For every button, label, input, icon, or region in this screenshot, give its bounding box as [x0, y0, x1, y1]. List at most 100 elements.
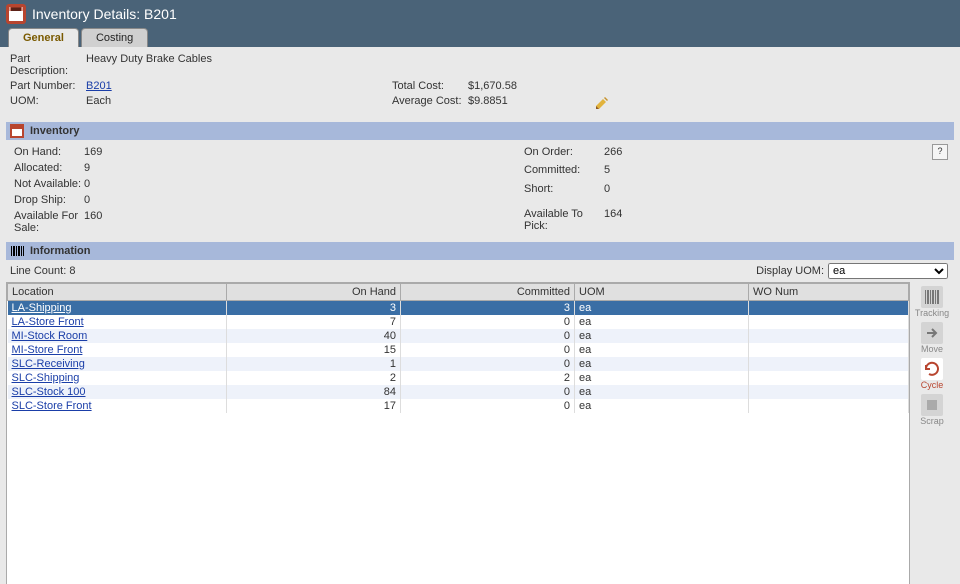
info-bar: Line Count: 8 Display UOM: ea [6, 260, 954, 282]
committed-cell: 2 [401, 371, 575, 385]
committed-cell: 0 [401, 399, 575, 413]
drop-ship-value: 0 [84, 194, 144, 206]
location-grid[interactable]: Location On Hand Committed UOM WO Num LA… [6, 282, 910, 584]
not-available-value: 0 [84, 178, 144, 190]
location-cell[interactable]: LA-Store Front [8, 315, 227, 329]
scrap-icon [921, 394, 943, 416]
on-order-value: 266 [604, 146, 664, 160]
table-row[interactable]: SLC-Store Front170ea [8, 399, 909, 413]
short-label: Short: [524, 183, 604, 197]
uom-cell: ea [575, 301, 749, 316]
wo-num-cell [749, 357, 909, 371]
window-title: Inventory Details: B201 [32, 6, 177, 22]
on-hand-cell: 84 [227, 385, 401, 399]
uom-cell: ea [575, 357, 749, 371]
wo-num-cell [749, 385, 909, 399]
part-number-link[interactable]: B201 [86, 80, 112, 92]
wo-num-cell [749, 399, 909, 413]
warehouse-icon [10, 124, 24, 138]
table-row[interactable]: SLC-Receiving10ea [8, 357, 909, 371]
line-count-value: 8 [69, 265, 75, 277]
scrap-label: Scrap [920, 416, 944, 426]
scrap-tool[interactable]: Scrap [914, 394, 950, 426]
table-row[interactable]: SLC-Shipping22ea [8, 371, 909, 385]
drop-ship-label: Drop Ship: [14, 194, 84, 206]
move-tool[interactable]: Move [914, 322, 950, 354]
cycle-tool[interactable]: Cycle [914, 358, 950, 390]
display-uom-select[interactable]: ea [828, 263, 948, 279]
uom-value: Each [86, 95, 386, 114]
col-location[interactable]: Location [8, 284, 227, 301]
inventory-right: On Order: 266 Committed: 5 Short: 0 Avai… [524, 146, 664, 234]
inventory-details-window: Inventory Details: B201 GeneralCosting P… [0, 0, 960, 584]
on-hand-value: 169 [84, 146, 144, 158]
table-row[interactable]: MI-Store Front150ea [8, 343, 909, 357]
app-icon [6, 4, 26, 24]
side-tools: Tracking Move Cycle [910, 282, 954, 584]
tracking-tool[interactable]: Tracking [914, 286, 950, 318]
wo-num-cell [749, 315, 909, 329]
barcode-icon [10, 244, 24, 258]
location-cell[interactable]: SLC-Store Front [8, 399, 227, 413]
help-button[interactable]: ? [932, 144, 948, 160]
tab-general[interactable]: General [8, 28, 79, 47]
tab-costing[interactable]: Costing [81, 28, 148, 47]
part-description-label: Part Description: [10, 53, 80, 77]
location-cell[interactable]: SLC-Stock 100 [8, 385, 227, 399]
uom-cell: ea [575, 385, 749, 399]
committed-cell: 0 [401, 343, 575, 357]
location-cell[interactable]: MI-Store Front [8, 343, 227, 357]
location-cell[interactable]: SLC-Shipping [8, 371, 227, 385]
not-available-label: Not Available: [14, 178, 84, 190]
tabs-row: GeneralCosting [0, 28, 960, 47]
col-committed[interactable]: Committed [401, 284, 575, 301]
information-section-label: Information [30, 245, 91, 257]
part-number-label: Part Number: [10, 80, 80, 92]
col-on-hand[interactable]: On Hand [227, 284, 401, 301]
available-for-sale-value: 160 [84, 210, 144, 234]
allocated-value: 9 [84, 162, 144, 174]
on-order-label: On Order: [524, 146, 604, 160]
on-hand-cell: 17 [227, 399, 401, 413]
uom-cell: ea [575, 371, 749, 385]
committed-cell: 0 [401, 315, 575, 329]
location-cell[interactable]: SLC-Receiving [8, 357, 227, 371]
uom-cell: ea [575, 399, 749, 413]
on-hand-cell: 15 [227, 343, 401, 357]
allocated-label: Allocated: [14, 162, 84, 174]
committed-cell: 0 [401, 385, 575, 399]
line-count-label: Line Count: [10, 265, 66, 277]
inventory-section-label: Inventory [30, 125, 80, 137]
committed-cell: 3 [401, 301, 575, 316]
table-row[interactable]: LA-Shipping33ea [8, 301, 909, 316]
committed-cell: 0 [401, 357, 575, 371]
on-hand-cell: 40 [227, 329, 401, 343]
edit-icon[interactable] [594, 95, 610, 111]
on-hand-label: On Hand: [14, 146, 84, 158]
cycle-label: Cycle [921, 380, 944, 390]
content-area: Part Description: Heavy Duty Brake Cable… [0, 47, 960, 584]
move-label: Move [921, 344, 943, 354]
committed-label: Committed: [524, 164, 604, 178]
tracking-label: Tracking [915, 308, 949, 318]
uom-label: UOM: [10, 95, 80, 114]
table-row[interactable]: LA-Store Front70ea [8, 315, 909, 329]
wo-num-cell [749, 301, 909, 316]
inventory-section-header: Inventory [6, 122, 954, 140]
on-hand-cell: 1 [227, 357, 401, 371]
grid-area: Location On Hand Committed UOM WO Num LA… [6, 282, 954, 584]
location-cell[interactable]: LA-Shipping [8, 301, 227, 316]
table-row[interactable]: SLC-Stock 100840ea [8, 385, 909, 399]
wo-num-cell [749, 343, 909, 357]
committed-value: 5 [604, 164, 664, 178]
table-row[interactable]: MI-Stock Room400ea [8, 329, 909, 343]
available-to-pick-value: 164 [604, 208, 664, 234]
wo-num-cell [749, 371, 909, 385]
inventory-left: On Hand: 169 Allocated: 9 Not Available:… [14, 146, 144, 234]
on-hand-cell: 3 [227, 301, 401, 316]
location-cell[interactable]: MI-Stock Room [8, 329, 227, 343]
col-wo-num[interactable]: WO Num [749, 284, 909, 301]
col-uom[interactable]: UOM [575, 284, 749, 301]
inventory-summary: On Hand: 169 Allocated: 9 Not Available:… [6, 140, 954, 240]
total-cost-label: Total Cost: [392, 80, 462, 92]
